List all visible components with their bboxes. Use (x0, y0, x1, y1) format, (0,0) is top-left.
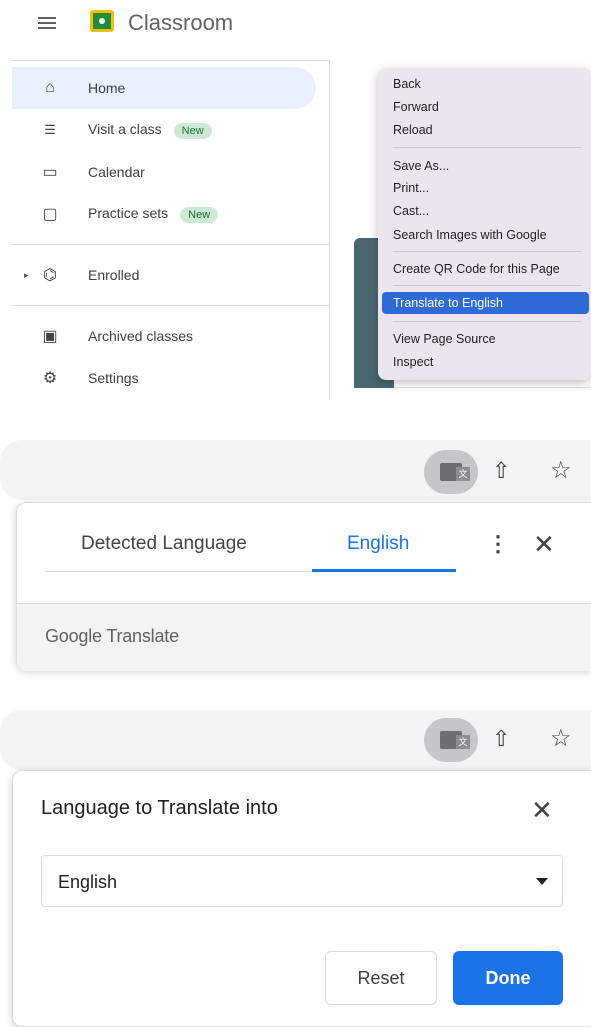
reset-button[interactable]: Reset (325, 951, 437, 1005)
translate-bubble-panel: ⇧ ☆ Detected Language English ⋮ ✕ Google… (0, 430, 591, 675)
menu-item-print[interactable]: Print... (393, 177, 587, 199)
tab-detected-language[interactable]: Detected Language (81, 533, 247, 555)
menu-item-inspect[interactable]: Inspect (393, 351, 587, 373)
practice-sets-icon: ▢ (42, 206, 58, 223)
sidebar-item-archived[interactable]: ▣ Archived classes (12, 315, 316, 357)
menu-separator (393, 321, 581, 322)
sidebar-item-label: Enrolled (88, 267, 140, 283)
context-menu: Back Forward Reload Save As... Print... … (378, 68, 591, 380)
language-dialog: Language to Translate into ✕ English Res… (12, 770, 591, 1027)
translate-icon (440, 731, 470, 749)
active-tab-indicator (312, 569, 456, 572)
hamburger-icon[interactable] (38, 14, 56, 32)
tab-english[interactable]: English (347, 533, 409, 555)
translate-button[interactable] (424, 718, 478, 762)
bubble-footer: Google Translate (17, 603, 591, 671)
selected-language: English (58, 872, 118, 892)
app-title: Classroom (128, 10, 234, 35)
divider (12, 305, 330, 306)
menu-item-reload[interactable]: Reload (393, 119, 587, 141)
sidebar: ⌂ Home ☰ Visit a class New ▭ Calendar ▢ P… (12, 60, 330, 400)
menu-separator (393, 147, 581, 148)
share-icon[interactable]: ⇧ (492, 726, 510, 752)
share-icon[interactable]: ⇧ (492, 458, 510, 484)
sidebar-item-enrolled[interactable]: ▸ ⌬ Enrolled (12, 254, 316, 296)
language-select[interactable]: English (41, 855, 563, 907)
calendar-icon: ▭ (42, 164, 58, 181)
translate-button[interactable] (424, 450, 478, 494)
sidebar-item-settings[interactable]: ⚙ Settings (12, 357, 316, 399)
language-dialog-panel: ⇧ ☆ Language to Translate into ✕ English… (0, 710, 591, 1027)
sidebar-item-label: Practice sets (88, 205, 169, 221)
top-bar: Classroom (0, 0, 591, 50)
menu-item-cast[interactable]: Cast... (393, 200, 587, 222)
sidebar-item-label: Archived classes (88, 328, 194, 344)
sidebar-item-home[interactable]: ⌂ Home (12, 67, 316, 109)
sidebar-item-label: Settings (88, 370, 139, 386)
menu-separator (393, 285, 581, 286)
classroom-logo-icon[interactable] (90, 10, 114, 32)
star-icon[interactable]: ☆ (550, 724, 572, 753)
sidebar-item-label: Visit a class (88, 121, 162, 137)
sidebar-item-practice-sets[interactable]: ▢ Practice sets New (12, 193, 316, 235)
archive-icon: ▣ (42, 328, 58, 345)
sidebar-item-label: Calendar (88, 164, 145, 180)
home-icon: ⌂ (45, 79, 55, 96)
divider (12, 244, 330, 245)
menu-item-view-source[interactable]: View Page Source (393, 328, 587, 350)
visit-class-icon: ☰ (44, 122, 56, 137)
new-badge: New (180, 207, 219, 223)
close-icon[interactable]: ✕ (533, 529, 555, 560)
translate-bubble: Detected Language English ⋮ ✕ Google Tra… (16, 502, 591, 671)
translate-icon (440, 463, 470, 481)
done-button[interactable]: Done (453, 951, 563, 1005)
new-badge: New (173, 123, 212, 139)
expand-arrow-icon[interactable]: ▸ (24, 270, 29, 281)
close-icon[interactable]: ✕ (531, 795, 553, 826)
dropdown-caret-icon (536, 878, 548, 885)
menu-item-search-images[interactable]: Search Images with Google (393, 224, 587, 246)
sidebar-item-calendar[interactable]: ▭ Calendar (12, 151, 316, 193)
menu-item-save-as[interactable]: Save As... (393, 155, 587, 177)
sidebar-item-visit-class[interactable]: ☰ Visit a class New (12, 109, 316, 151)
enrolled-icon: ⌬ (43, 267, 57, 284)
menu-item-back[interactable]: Back (393, 73, 587, 95)
dialog-title: Language to Translate into (41, 797, 278, 819)
star-icon[interactable]: ☆ (550, 456, 572, 485)
menu-item-forward[interactable]: Forward (393, 96, 587, 118)
menu-item-create-qr[interactable]: Create QR Code for this Page (393, 258, 587, 280)
menu-separator (393, 251, 581, 252)
menu-item-translate[interactable]: Translate to English (382, 292, 589, 314)
sidebar-item-label: Home (88, 80, 126, 96)
classroom-panel: Classroom ⌂ Home ☰ Visit a class New ▭ Ca… (0, 0, 591, 400)
settings-icon: ⚙ (42, 370, 58, 387)
more-vert-icon[interactable]: ⋮ (487, 531, 509, 557)
google-translate-label: Google Translate (45, 626, 179, 646)
